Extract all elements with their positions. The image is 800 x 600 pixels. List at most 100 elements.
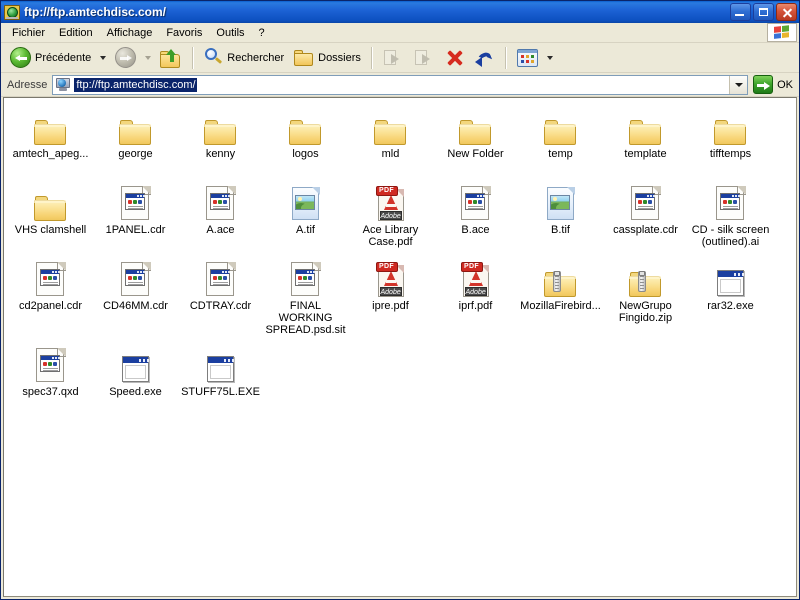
file-item[interactable]: 1PANEL.cdr <box>93 180 178 250</box>
file-item[interactable]: template <box>603 104 688 174</box>
move-to-button[interactable] <box>378 45 409 71</box>
search-icon <box>204 48 223 67</box>
file-item[interactable]: mld <box>348 104 433 174</box>
document-file-icon <box>630 186 661 222</box>
file-item[interactable]: MozillaFirebird... <box>518 256 603 336</box>
back-history-dropdown[interactable] <box>100 55 107 60</box>
file-icon <box>29 342 73 384</box>
file-item[interactable]: Speed.exe <box>93 342 178 412</box>
file-item[interactable]: A.tif <box>263 180 348 250</box>
file-item[interactable]: spec37.qxd <box>8 342 93 412</box>
move-to-folder-icon <box>383 49 404 67</box>
file-item[interactable]: NewGrupo Fingido.zip <box>603 256 688 336</box>
file-item[interactable]: STUFF75L.EXE <box>178 342 263 412</box>
file-item[interactable]: CD46MM.cdr <box>93 256 178 336</box>
delete-button[interactable] <box>440 45 470 71</box>
menu-item-fichier[interactable]: Fichier <box>5 25 52 41</box>
windows-flag-icon <box>774 25 790 40</box>
menu-item-outils[interactable]: Outils <box>209 25 251 41</box>
forward-history-dropdown[interactable] <box>145 55 152 60</box>
file-icon <box>114 256 158 298</box>
go-label: OK <box>777 78 793 91</box>
file-item[interactable]: CD - silk screen (outlined).ai <box>688 180 773 250</box>
file-icon: Adobe PDF <box>369 180 413 222</box>
file-name-label: spec37.qxd <box>22 386 79 398</box>
folders-button[interactable]: Dossiers <box>289 45 366 71</box>
file-icon <box>709 256 753 298</box>
menu-item-favoris[interactable]: Favoris <box>159 25 209 41</box>
address-input[interactable]: ftp://ftp.amtechdisc.com/ <box>52 74 749 95</box>
folder-icon <box>628 118 663 146</box>
close-button[interactable] <box>776 3 797 21</box>
windows-flag-button[interactable] <box>767 23 797 42</box>
undo-button[interactable] <box>470 45 500 71</box>
pdf-file-icon: Adobe PDF <box>460 262 491 298</box>
document-file-icon <box>120 262 151 298</box>
file-name-label: FINAL WORKING SPREAD.psd.sit <box>265 300 346 336</box>
up-folder-icon <box>160 48 182 68</box>
maximize-button[interactable] <box>753 3 774 21</box>
menu-item-edition[interactable]: Edition <box>52 25 100 41</box>
file-item[interactable]: temp <box>518 104 603 174</box>
minimize-button[interactable] <box>730 3 751 21</box>
file-item[interactable]: VHS clamshell <box>8 180 93 250</box>
back-button[interactable]: Précédente <box>5 45 96 71</box>
file-name-label: A.tif <box>296 224 315 236</box>
file-item[interactable]: tifftemps <box>688 104 773 174</box>
file-icon <box>624 104 668 146</box>
file-item[interactable]: CDTRAY.cdr <box>178 256 263 336</box>
menu-item-help[interactable]: ? <box>252 25 272 41</box>
file-item[interactable]: Adobe PDF ipre.pdf <box>348 256 433 336</box>
file-item[interactable]: george <box>93 104 178 174</box>
file-icon <box>709 180 753 222</box>
file-icon <box>199 180 243 222</box>
file-icon <box>539 256 583 298</box>
file-icon <box>284 104 328 146</box>
back-label: Précédente <box>35 51 92 64</box>
address-label: Adresse <box>7 78 48 91</box>
file-item[interactable]: Adobe PDF iprf.pdf <box>433 256 518 336</box>
file-item[interactable]: Adobe PDF Ace Library Case.pdf <box>348 180 433 250</box>
pdf-file-icon: Adobe PDF <box>375 262 406 298</box>
file-item[interactable]: B.ace <box>433 180 518 250</box>
folder-icon <box>33 194 68 222</box>
views-dropdown[interactable] <box>546 55 553 60</box>
zip-folder-icon <box>628 270 663 298</box>
file-item[interactable]: A.ace <box>178 180 263 250</box>
file-item[interactable]: logos <box>263 104 348 174</box>
search-button[interactable]: Rechercher <box>199 45 289 71</box>
copy-to-button[interactable] <box>409 45 440 71</box>
file-item[interactable]: kenny <box>178 104 263 174</box>
file-item[interactable]: FINAL WORKING SPREAD.psd.sit <box>263 256 348 336</box>
file-icon <box>709 104 753 146</box>
search-label: Rechercher <box>227 51 285 64</box>
up-button[interactable] <box>155 45 187 71</box>
file-item[interactable]: cd2panel.cdr <box>8 256 93 336</box>
go-button[interactable]: OK <box>753 75 796 94</box>
file-name-label: cd2panel.cdr <box>19 300 82 312</box>
views-button[interactable] <box>512 45 543 71</box>
file-name-label: CD - silk screen (outlined).ai <box>691 224 770 248</box>
file-item[interactable]: rar32.exe <box>688 256 773 336</box>
copy-to-folder-icon <box>414 49 435 67</box>
file-item[interactable]: New Folder <box>433 104 518 174</box>
file-item[interactable]: B.tif <box>518 180 603 250</box>
file-icon <box>114 342 158 384</box>
file-name-label: Ace Library Case.pdf <box>362 224 419 248</box>
address-dropdown-button[interactable] <box>729 75 748 94</box>
file-list-pane[interactable]: amtech_apeg... george kenny logos mld New Fol… <box>3 97 797 597</box>
forward-button[interactable] <box>110 45 141 71</box>
file-icon <box>624 256 668 298</box>
file-icon <box>29 104 73 146</box>
document-file-icon <box>460 186 491 222</box>
image-file-icon <box>546 186 576 222</box>
file-item[interactable]: cassplate.cdr <box>603 180 688 250</box>
file-name-label: 1PANEL.cdr <box>105 224 166 236</box>
file-name-label: amtech_apeg... <box>12 148 89 160</box>
file-name-label: tifftemps <box>709 148 752 160</box>
file-name-label: STUFF75L.EXE <box>181 386 260 398</box>
file-item[interactable]: amtech_apeg... <box>8 104 93 174</box>
document-file-icon <box>35 348 66 384</box>
menu-item-affichage[interactable]: Affichage <box>100 25 160 41</box>
ftp-globe-icon <box>4 4 20 20</box>
